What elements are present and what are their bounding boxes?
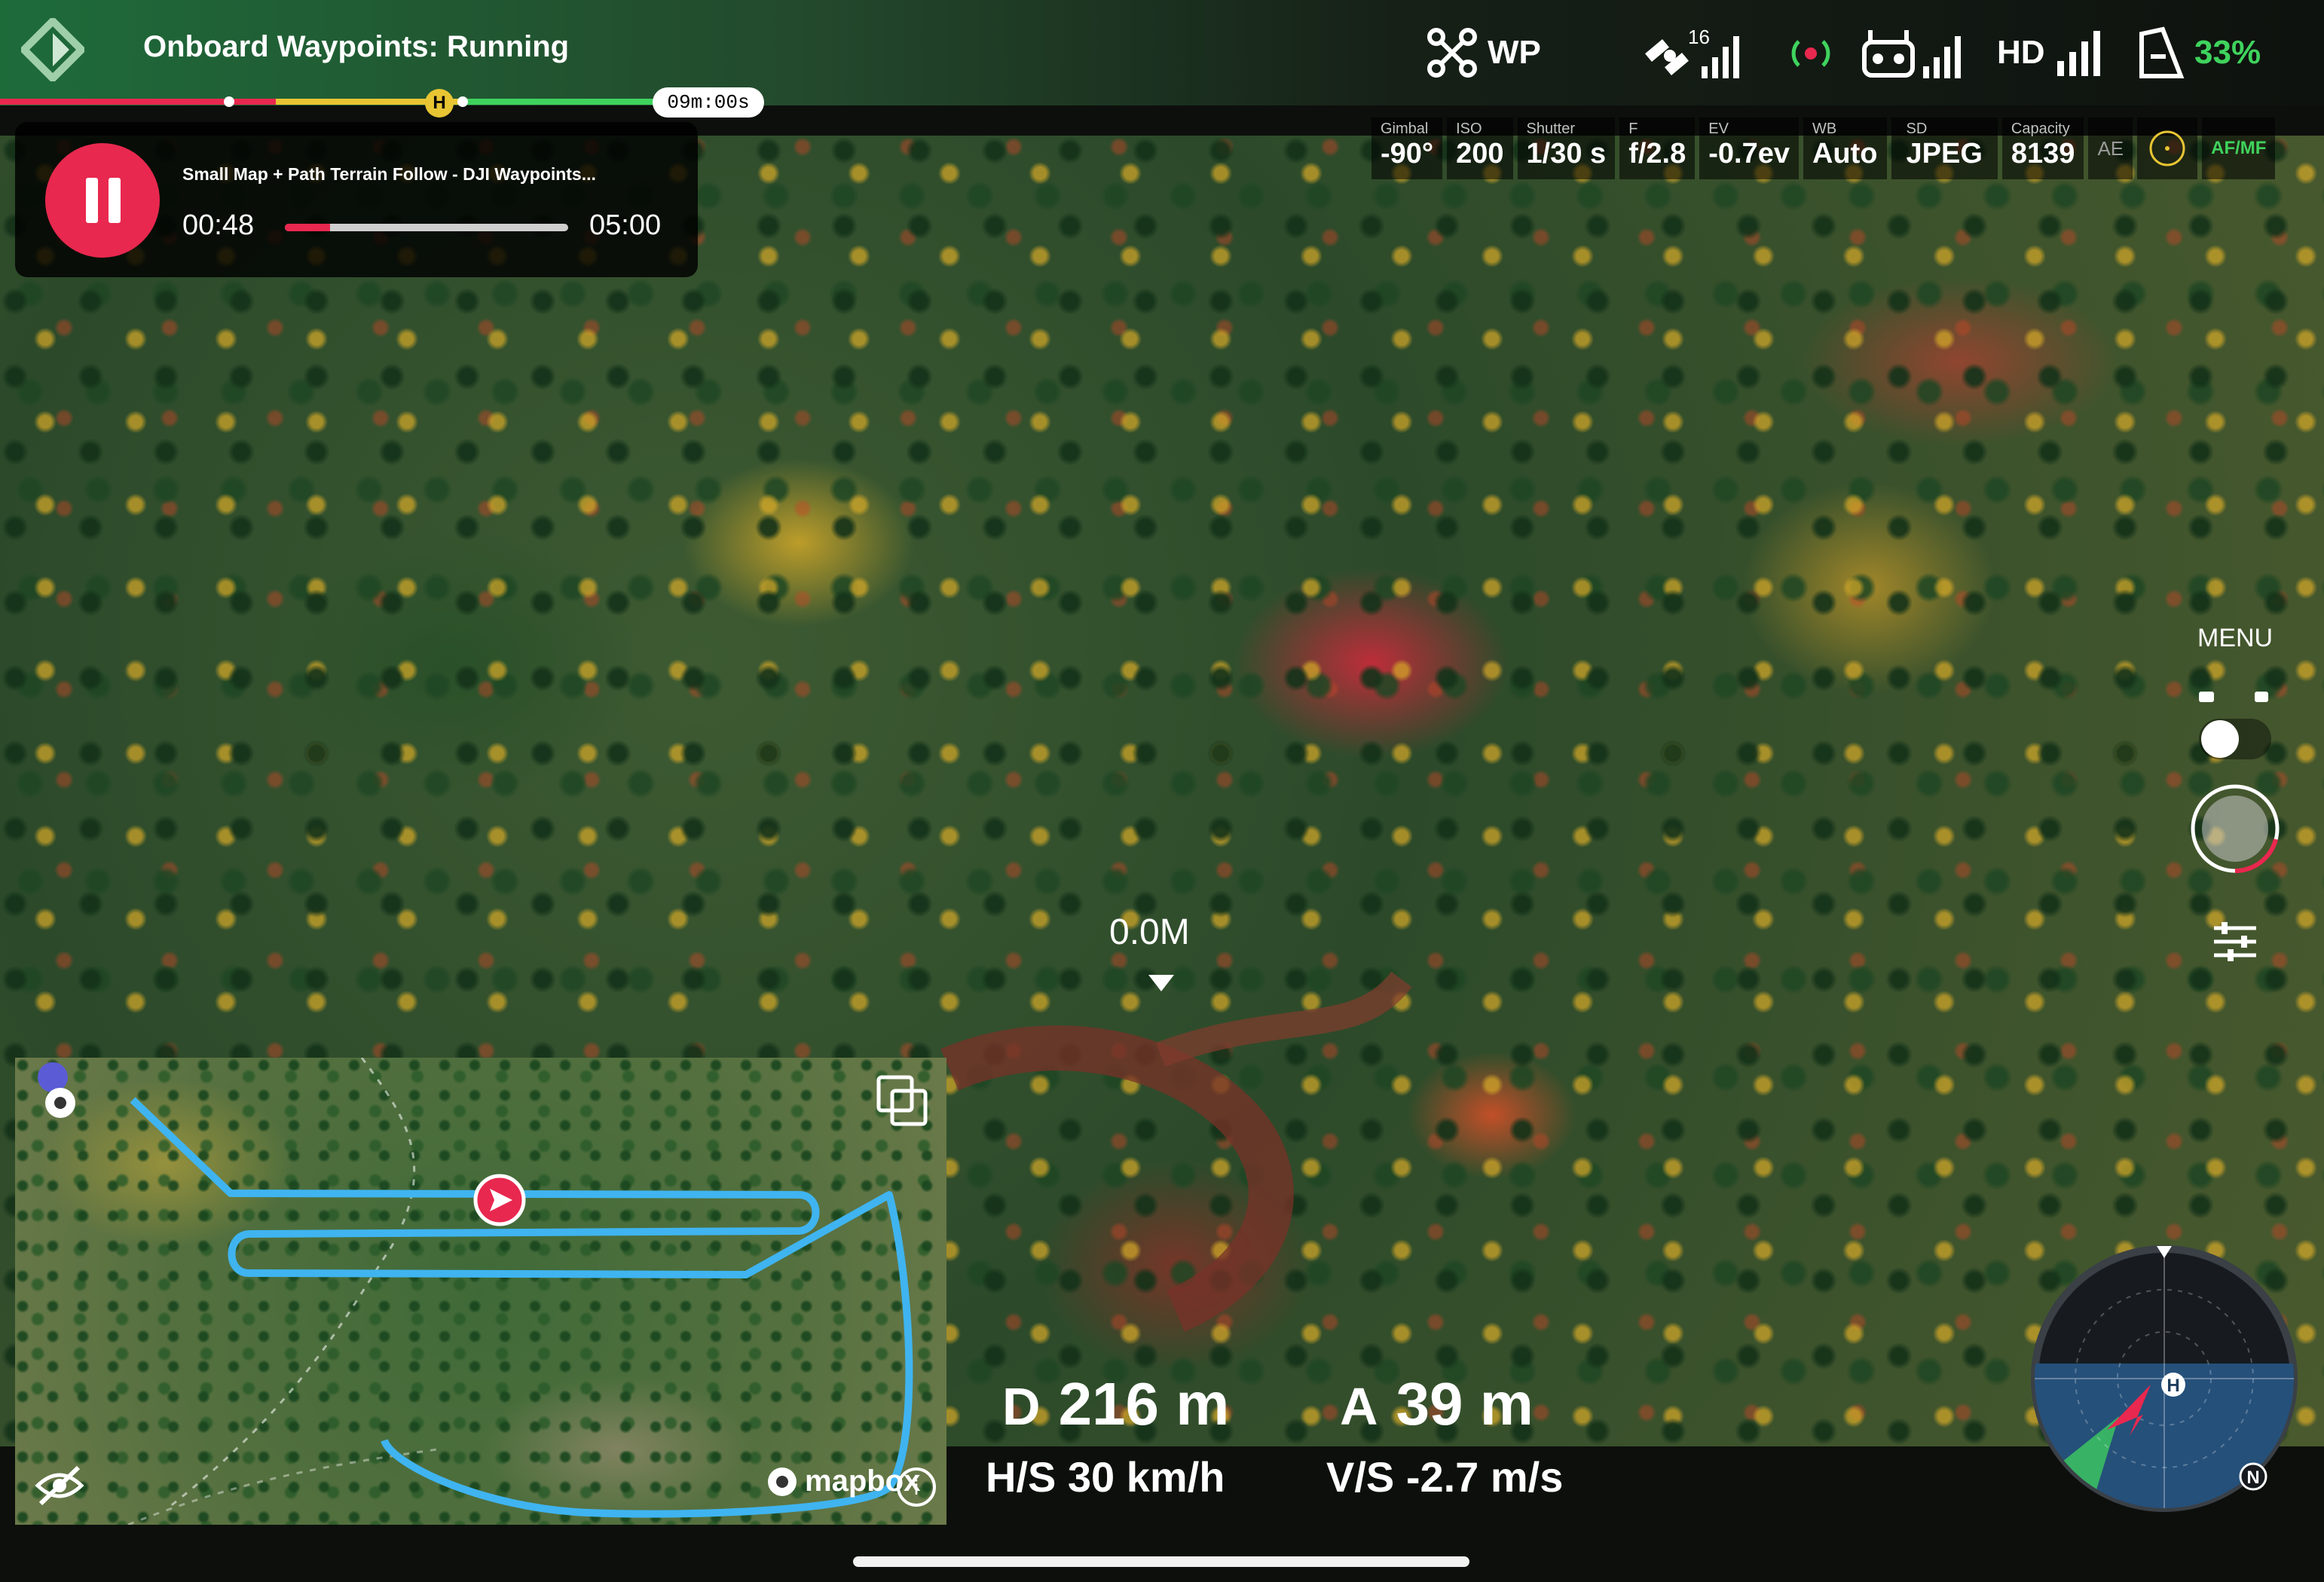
- param-ev[interactable]: EV -0.7ev: [1699, 118, 1799, 179]
- mini-map[interactable]: mapbox i: [15, 1058, 946, 1525]
- flight-mode-indicator[interactable]: WP: [1426, 23, 1541, 83]
- battery-indicator[interactable]: 33%: [2137, 23, 2261, 83]
- altitude-marker-arrow-icon: [1148, 975, 1174, 991]
- video-signal-indicator[interactable]: HD: [1997, 23, 2107, 83]
- video-quality-label: HD: [1997, 34, 2045, 71]
- sd-card-icon: SD: [1906, 121, 1928, 137]
- aircraft-position-icon: [473, 1174, 526, 1226]
- photo-mode-icon: [2199, 692, 2214, 702]
- param-format[interactable]: SD JPEG: [1891, 118, 1998, 179]
- signal-bars-icon: [2056, 31, 2100, 76]
- app-logo-icon[interactable]: [21, 18, 84, 81]
- param-aperture[interactable]: Ff/2.8: [1619, 118, 1696, 179]
- north-label: N: [2246, 1467, 2259, 1488]
- home-point-label: H: [2167, 1376, 2179, 1396]
- timeline-current-dot: [224, 96, 234, 107]
- mission-name: Small Map + Path Terrain Follow - DJI Wa…: [182, 164, 596, 184]
- param-capacity[interactable]: Capacity 8139: [2001, 118, 2084, 179]
- playback-progress[interactable]: [285, 224, 568, 231]
- altitude-marker-label: 0.0M: [1109, 912, 1190, 952]
- pause-button[interactable]: [45, 143, 160, 258]
- ae-lock-toggle[interactable]: AE: [2088, 118, 2133, 179]
- focus-target-button[interactable]: [2137, 118, 2198, 179]
- home-marker: H: [425, 89, 454, 118]
- remote-controller-icon: [1862, 30, 1961, 78]
- altitude-value: 39 m: [1396, 1370, 1534, 1437]
- param-wb[interactable]: WB Auto: [1803, 118, 1887, 179]
- param-iso[interactable]: ISO 200: [1447, 118, 1513, 179]
- map-info-icon[interactable]: i: [895, 1466, 937, 1508]
- altitude-readout: A 39 m: [1340, 1370, 1534, 1439]
- focus-mode-label: AF/MF: [2211, 138, 2267, 158]
- photo-video-toggle[interactable]: [2194, 681, 2276, 765]
- satellite-count: 16: [1688, 26, 1710, 48]
- status-bar: Onboard Waypoints: Running WP 16 HD 33%: [0, 0, 2324, 105]
- flight-mode-label: WP: [1488, 34, 1541, 71]
- battery-percentage: 33%: [2194, 34, 2261, 71]
- timeline-end-dot: [457, 96, 468, 107]
- horizontal-speed: H/S 30 km/h: [986, 1453, 1225, 1501]
- camera-params-bar[interactable]: Gimbal -90° ISO 200 Shutter 1/30 s Ff/2.8 E…: [1371, 118, 2276, 179]
- gps-indicator[interactable]: 16: [1640, 23, 1745, 83]
- flight-path: [127, 1058, 913, 1525]
- mission-status-title: Onboard Waypoints: Running: [143, 30, 570, 63]
- rtk-signal-icon[interactable]: [1789, 32, 1833, 75]
- playback-progress-fill: [285, 224, 331, 231]
- timeline-green-segment: [464, 99, 678, 105]
- ae-lock-label: AE: [2097, 136, 2124, 160]
- hide-map-icon[interactable]: [33, 1463, 86, 1508]
- mission-playback-panel: Small Map + Path Terrain Follow - DJI Wa…: [15, 122, 698, 277]
- param-gimbal[interactable]: Gimbal -90°: [1371, 118, 1443, 179]
- vertical-speed: V/S -2.7 m/s: [1326, 1453, 1564, 1501]
- param-shutter[interactable]: Shutter 1/30 s: [1517, 118, 1616, 179]
- focus-target-icon: [2149, 130, 2185, 166]
- camera-settings-sliders-icon[interactable]: [2211, 921, 2259, 963]
- distance-readout: D 216 m: [1002, 1370, 1229, 1439]
- altitude-key: A: [1340, 1377, 1378, 1436]
- focus-mode-toggle[interactable]: AF/MF: [2202, 118, 2276, 179]
- swap-view-icon[interactable]: [876, 1074, 930, 1127]
- svg-text:i: i: [914, 1476, 919, 1499]
- mission-time-badge: 09m:00s: [653, 87, 764, 118]
- total-time: 05:00: [589, 209, 662, 241]
- home-indicator-bar[interactable]: [853, 1556, 1469, 1567]
- distance-value: 216 m: [1058, 1370, 1230, 1437]
- battery-icon: [2139, 26, 2185, 78]
- mapbox-logo-icon: [768, 1467, 797, 1496]
- distance-key: D: [1002, 1377, 1041, 1436]
- timeline-red-segment: [0, 99, 276, 105]
- drone-icon: [1427, 28, 1477, 78]
- mission-progress-bar[interactable]: [0, 96, 754, 107]
- video-mode-icon: [2255, 692, 2268, 702]
- elapsed-time: 00:48: [182, 209, 255, 241]
- shutter-button[interactable]: [2190, 783, 2280, 874]
- map-settings-icon[interactable]: [26, 1058, 81, 1130]
- compass-radar[interactable]: H N: [2029, 1243, 2300, 1522]
- remote-signal-indicator[interactable]: [1861, 23, 1971, 83]
- camera-menu-button[interactable]: MENU: [2197, 624, 2273, 653]
